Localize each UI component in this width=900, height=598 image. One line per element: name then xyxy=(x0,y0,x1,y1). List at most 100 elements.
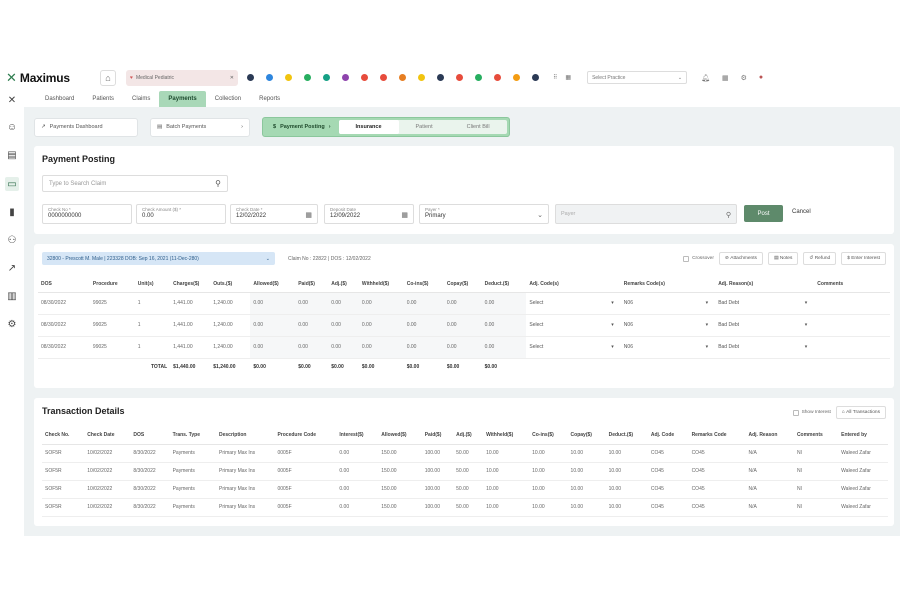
table-cell[interactable]: 0.00 xyxy=(328,314,359,337)
enter-interest-button[interactable]: $ Enter Interest xyxy=(841,252,886,265)
check-no-field[interactable]: Check No * 0000000000 xyxy=(42,204,132,224)
patient-dot[interactable] xyxy=(380,74,387,81)
comments-cell[interactable] xyxy=(814,292,890,315)
patient-dot[interactable] xyxy=(304,74,311,81)
check-amount-field[interactable]: Check Amount ($) * 0.00 xyxy=(136,204,226,224)
settings-gear-icon[interactable]: ⚙ xyxy=(5,317,19,331)
table-cell[interactable]: 0.00 xyxy=(358,314,404,337)
patient-dot[interactable] xyxy=(361,74,368,81)
table-cell[interactable]: 0.00 xyxy=(295,292,329,315)
table-row[interactable]: SOF5R 10/02/2022 8/30/2022 Payments Primary … xyxy=(42,498,888,517)
table-cell[interactable]: 0.00 xyxy=(328,292,359,315)
patient-dot[interactable] xyxy=(437,74,444,81)
avatar[interactable]: ● xyxy=(759,74,763,82)
dropdown[interactable]: N06 ▾ xyxy=(624,300,712,306)
check-date-field[interactable]: Check Date * 12/02/2022 ▦ xyxy=(230,204,318,224)
patient-dot[interactable] xyxy=(323,74,330,81)
comments-cell[interactable] xyxy=(814,336,890,359)
table-cell[interactable]: 0.00 xyxy=(250,292,296,315)
patient-dot[interactable] xyxy=(247,74,254,81)
payment-card-icon[interactable]: ▭ xyxy=(5,177,19,191)
payment-posting-label[interactable]: $ Payment Posting › xyxy=(265,124,339,130)
dropdown[interactable]: N06 ▾ xyxy=(624,322,712,328)
claim-search-input[interactable]: Type to Search Claim ⚲ xyxy=(42,175,228,192)
dropdown[interactable]: Bad Debt ▾ xyxy=(718,300,811,306)
patient-tab[interactable]: ♥ Medical Pediatric ✕ xyxy=(126,69,238,86)
crossover-checkbox[interactable]: Crossover xyxy=(683,255,714,262)
deposit-date-field[interactable]: Deposit Date 12/09/2022 ▦ xyxy=(324,204,414,224)
dropdown[interactable]: Select ▾ xyxy=(529,322,617,328)
table-cell[interactable]: 0.00 xyxy=(403,292,444,315)
notes-button[interactable]: ▤ Notes xyxy=(767,252,799,265)
payments-dashboard-button[interactable]: ↗ Payments Dashboard xyxy=(34,117,138,137)
refund-button[interactable]: ↺ Refund xyxy=(803,252,837,265)
patient-dot[interactable] xyxy=(418,74,425,81)
batch-payments-button[interactable]: ▤ Batch Payments › xyxy=(150,117,250,137)
tab-dashboard[interactable]: Dashboard xyxy=(36,91,83,107)
table-row[interactable]: SOF5R 10/02/2022 8/30/2022 Payments Primary … xyxy=(42,462,888,481)
table-cell[interactable]: 0.00 xyxy=(481,314,527,337)
grid-apps-icon[interactable]: ▦ xyxy=(722,74,729,82)
users-icon[interactable]: ⚇ xyxy=(5,233,19,247)
table-cell[interactable]: 0.00 xyxy=(443,292,482,315)
patient-dot[interactable] xyxy=(494,74,501,81)
table-cell[interactable]: 0.00 xyxy=(250,336,296,359)
claim-patient-chip[interactable]: 32800 - Prescott M. Male | 223328 DOB: S… xyxy=(42,252,275,265)
grid-icon[interactable]: ▦ xyxy=(565,74,571,81)
trend-icon[interactable]: ↗ xyxy=(5,261,19,275)
patient-dot[interactable] xyxy=(285,74,292,81)
table-cell[interactable]: 0.00 xyxy=(443,336,482,359)
chart-icon[interactable]: ▮ xyxy=(5,205,19,219)
table-cell[interactable]: 0.00 xyxy=(358,336,404,359)
close-menu-icon[interactable]: ✕ xyxy=(5,93,19,107)
option-client-bill[interactable]: Client Bill xyxy=(450,120,507,134)
payee-search-input[interactable]: Payer ⚲ xyxy=(555,204,737,224)
attachments-button[interactable]: ⊘ Attachments xyxy=(718,252,763,265)
bell-icon[interactable]: 🔔︎ xyxy=(701,74,710,82)
home-button[interactable]: ⌂ xyxy=(100,69,116,86)
patient-dot[interactable] xyxy=(475,74,482,81)
table-row[interactable]: SOF5R 10/02/2022 8/30/2022 Payments Primary … xyxy=(42,480,888,499)
tab-payments[interactable]: Payments xyxy=(159,91,206,107)
document-icon[interactable]: ▤ xyxy=(5,148,19,162)
dropdown[interactable]: Select ▾ xyxy=(529,300,617,306)
option-insurance[interactable]: Insurance xyxy=(338,120,399,134)
table-cell[interactable]: 0.00 xyxy=(443,314,482,337)
table-row[interactable]: SOF5R 10/02/2022 8/30/2022 Payments Primary … xyxy=(42,444,888,463)
patient-dot[interactable] xyxy=(342,74,349,81)
cancel-button[interactable]: Cancel xyxy=(792,209,811,215)
table-cell[interactable]: 0.00 xyxy=(250,314,296,337)
patient-dot[interactable] xyxy=(456,74,463,81)
table-cell[interactable]: 0.00 xyxy=(328,336,359,359)
tab-patients[interactable]: Patients xyxy=(83,91,123,107)
practice-select[interactable]: Select Practice ⌄ xyxy=(587,71,688,84)
tab-reports[interactable]: Reports xyxy=(250,91,289,107)
patient-dot[interactable] xyxy=(399,74,406,81)
option-patient[interactable]: Patient xyxy=(399,120,450,134)
report-icon[interactable]: ▥ xyxy=(5,289,19,303)
comments-cell[interactable] xyxy=(814,314,890,337)
settings-icon[interactable]: ⚙ xyxy=(741,74,747,82)
table-cell[interactable]: 0.00 xyxy=(403,314,444,337)
tab-collection[interactable]: Collection xyxy=(206,91,250,107)
close-icon[interactable]: ✕ xyxy=(230,75,234,81)
dropdown[interactable]: Bad Debt ▾ xyxy=(718,344,811,350)
show-interest-checkbox[interactable]: Show Interest xyxy=(792,409,831,416)
more-icon[interactable]: ⠿ xyxy=(553,74,557,81)
post-button[interactable]: Post xyxy=(744,205,783,222)
tab-claims[interactable]: Claims xyxy=(123,91,159,107)
table-cell[interactable]: 0.00 xyxy=(295,314,329,337)
dropdown[interactable]: Bad Debt ▾ xyxy=(718,322,811,328)
table-cell[interactable]: 0.00 xyxy=(481,336,527,359)
patient-dot[interactable] xyxy=(513,74,520,81)
dropdown[interactable]: N06 ▾ xyxy=(624,344,712,350)
all-transactions-button[interactable]: ⌂ All Transactions xyxy=(835,406,886,419)
table-cell[interactable]: 0.00 xyxy=(358,292,404,315)
payer-select[interactable]: Payer * Primary ⌄ xyxy=(419,204,549,224)
table-cell[interactable]: 0.00 xyxy=(295,336,329,359)
user-icon[interactable]: ☺ xyxy=(5,120,19,134)
patient-dot[interactable] xyxy=(266,74,273,81)
dropdown[interactable]: Select ▾ xyxy=(529,344,617,350)
patient-dot[interactable] xyxy=(532,74,539,81)
table-cell[interactable]: 0.00 xyxy=(481,292,527,315)
